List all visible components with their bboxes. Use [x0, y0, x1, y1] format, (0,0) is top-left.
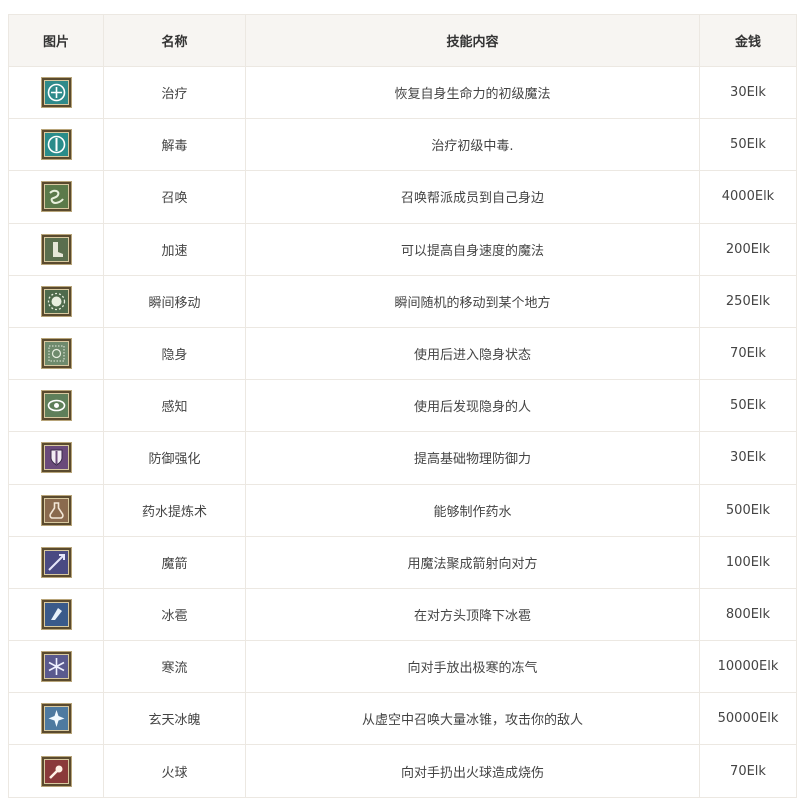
header-content: 技能内容 [245, 14, 700, 67]
table-row: 召唤 召唤帮派成员到自己身边 4000Elk [8, 170, 797, 224]
teleport-icon [40, 285, 72, 317]
skill-name: 解毒 [103, 118, 246, 172]
header-image: 图片 [8, 14, 104, 67]
skill-table: 图片 名称 技能内容 金钱 治疗 恢复自身生命力的初级魔法 30Elk 解毒 治疗初级中… [8, 14, 797, 798]
summon-icon [40, 181, 72, 213]
eye-icon [40, 390, 72, 422]
skill-content: 用魔法聚成箭射向对方 [245, 535, 700, 589]
skill-content: 使用后发现隐身的人 [245, 379, 700, 433]
skill-price: 4000Elk [699, 170, 797, 224]
skill-image-cell [8, 379, 104, 433]
heal-icon [40, 77, 72, 109]
skill-content: 瞬间随机的移动到某个地方 [245, 274, 700, 328]
table-row: 隐身 使用后进入隐身状态 70Elk [8, 326, 797, 381]
skill-name: 召唤 [103, 170, 246, 224]
skill-name: 感知 [103, 379, 246, 433]
skill-image-cell [8, 587, 104, 642]
skill-image-cell [8, 222, 104, 276]
skill-image-cell [8, 118, 104, 172]
table-row: 感知 使用后发现隐身的人 50Elk [8, 379, 797, 433]
skill-price: 30Elk [699, 65, 797, 120]
skill-content: 恢复自身生命力的初级魔法 [245, 65, 700, 120]
potion-flask-icon [40, 494, 72, 526]
hail-icon [40, 598, 72, 630]
table-row: 治疗 恢复自身生命力的初级魔法 30Elk [8, 65, 797, 120]
skill-name: 防御强化 [103, 431, 246, 485]
ice-burst-icon [40, 703, 72, 735]
skill-image-cell [8, 326, 104, 381]
invisibility-icon [40, 338, 72, 370]
skill-content: 治疗初级中毒. [245, 118, 700, 172]
skill-image-cell [8, 692, 104, 746]
header-price: 金钱 [699, 14, 797, 67]
skill-name: 火球 [103, 744, 246, 798]
skill-content: 向对手扔出火球造成烧伤 [245, 744, 700, 798]
skill-image-cell [8, 431, 104, 485]
skill-price: 50Elk [699, 379, 797, 433]
skill-name: 冰雹 [103, 587, 246, 642]
skill-price: 50Elk [699, 118, 797, 172]
skill-content: 向对手放出极寒的冻气 [245, 640, 700, 694]
skill-price: 70Elk [699, 744, 797, 798]
skill-price: 100Elk [699, 535, 797, 589]
header-name: 名称 [103, 14, 246, 67]
skill-price: 800Elk [699, 587, 797, 642]
cure-poison-icon [40, 129, 72, 161]
skill-table-container: 图片 名称 技能内容 金钱 治疗 恢复自身生命力的初级魔法 30Elk 解毒 治疗初级中… [8, 14, 797, 798]
table-row: 药水提炼术 能够制作药水 500Elk [8, 483, 797, 537]
skill-content: 在对方头顶降下冰雹 [245, 587, 700, 642]
skill-name: 魔箭 [103, 535, 246, 589]
skill-price: 10000Elk [699, 640, 797, 694]
table-row: 加速 可以提高自身速度的魔法 200Elk [8, 222, 797, 276]
skill-name: 寒流 [103, 640, 246, 694]
table-row: 魔箭 用魔法聚成箭射向对方 100Elk [8, 535, 797, 589]
skill-price: 200Elk [699, 222, 797, 276]
skill-content: 能够制作药水 [245, 483, 700, 537]
skill-price: 250Elk [699, 274, 797, 328]
header-row: 图片 名称 技能内容 金钱 [8, 14, 797, 67]
table-header: 图片 名称 技能内容 金钱 [8, 14, 797, 67]
skill-price: 500Elk [699, 483, 797, 537]
skill-content: 提高基础物理防御力 [245, 431, 700, 485]
skill-image-cell [8, 274, 104, 328]
table-row: 寒流 向对手放出极寒的冻气 10000Elk [8, 640, 797, 694]
table-row: 解毒 治疗初级中毒. 50Elk [8, 118, 797, 172]
magic-arrow-icon [40, 546, 72, 578]
skill-name: 治疗 [103, 65, 246, 120]
skill-image-cell [8, 170, 104, 224]
table-row: 瞬间移动 瞬间随机的移动到某个地方 250Elk [8, 274, 797, 328]
fireball-icon [40, 755, 72, 787]
shield-icon [40, 442, 72, 474]
skill-content: 使用后进入隐身状态 [245, 326, 700, 381]
snowflake-icon [40, 651, 72, 683]
skill-name: 隐身 [103, 326, 246, 381]
table-row: 玄天冰魄 从虚空中召唤大量冰锥，攻击你的敌人 50000Elk [8, 692, 797, 746]
skill-name: 瞬间移动 [103, 274, 246, 328]
skill-image-cell [8, 744, 104, 798]
table-body: 治疗 恢复自身生命力的初级魔法 30Elk 解毒 治疗初级中毒. 50Elk 召唤 召唤帮派成… [8, 65, 797, 798]
skill-price: 30Elk [699, 431, 797, 485]
haste-boot-icon [40, 233, 72, 265]
table-row: 防御强化 提高基础物理防御力 30Elk [8, 431, 797, 485]
skill-price: 70Elk [699, 326, 797, 381]
skill-name: 玄天冰魄 [103, 692, 246, 746]
skill-image-cell [8, 65, 104, 120]
table-row: 火球 向对手扔出火球造成烧伤 70Elk [8, 744, 797, 798]
skill-content: 召唤帮派成员到自己身边 [245, 170, 700, 224]
skill-content: 从虚空中召唤大量冰锥，攻击你的敌人 [245, 692, 700, 746]
skill-content: 可以提高自身速度的魔法 [245, 222, 700, 276]
skill-name: 加速 [103, 222, 246, 276]
table-row: 冰雹 在对方头顶降下冰雹 800Elk [8, 587, 797, 642]
skill-image-cell [8, 535, 104, 589]
skill-name: 药水提炼术 [103, 483, 246, 537]
skill-price: 50000Elk [699, 692, 797, 746]
skill-image-cell [8, 640, 104, 694]
skill-image-cell [8, 483, 104, 537]
